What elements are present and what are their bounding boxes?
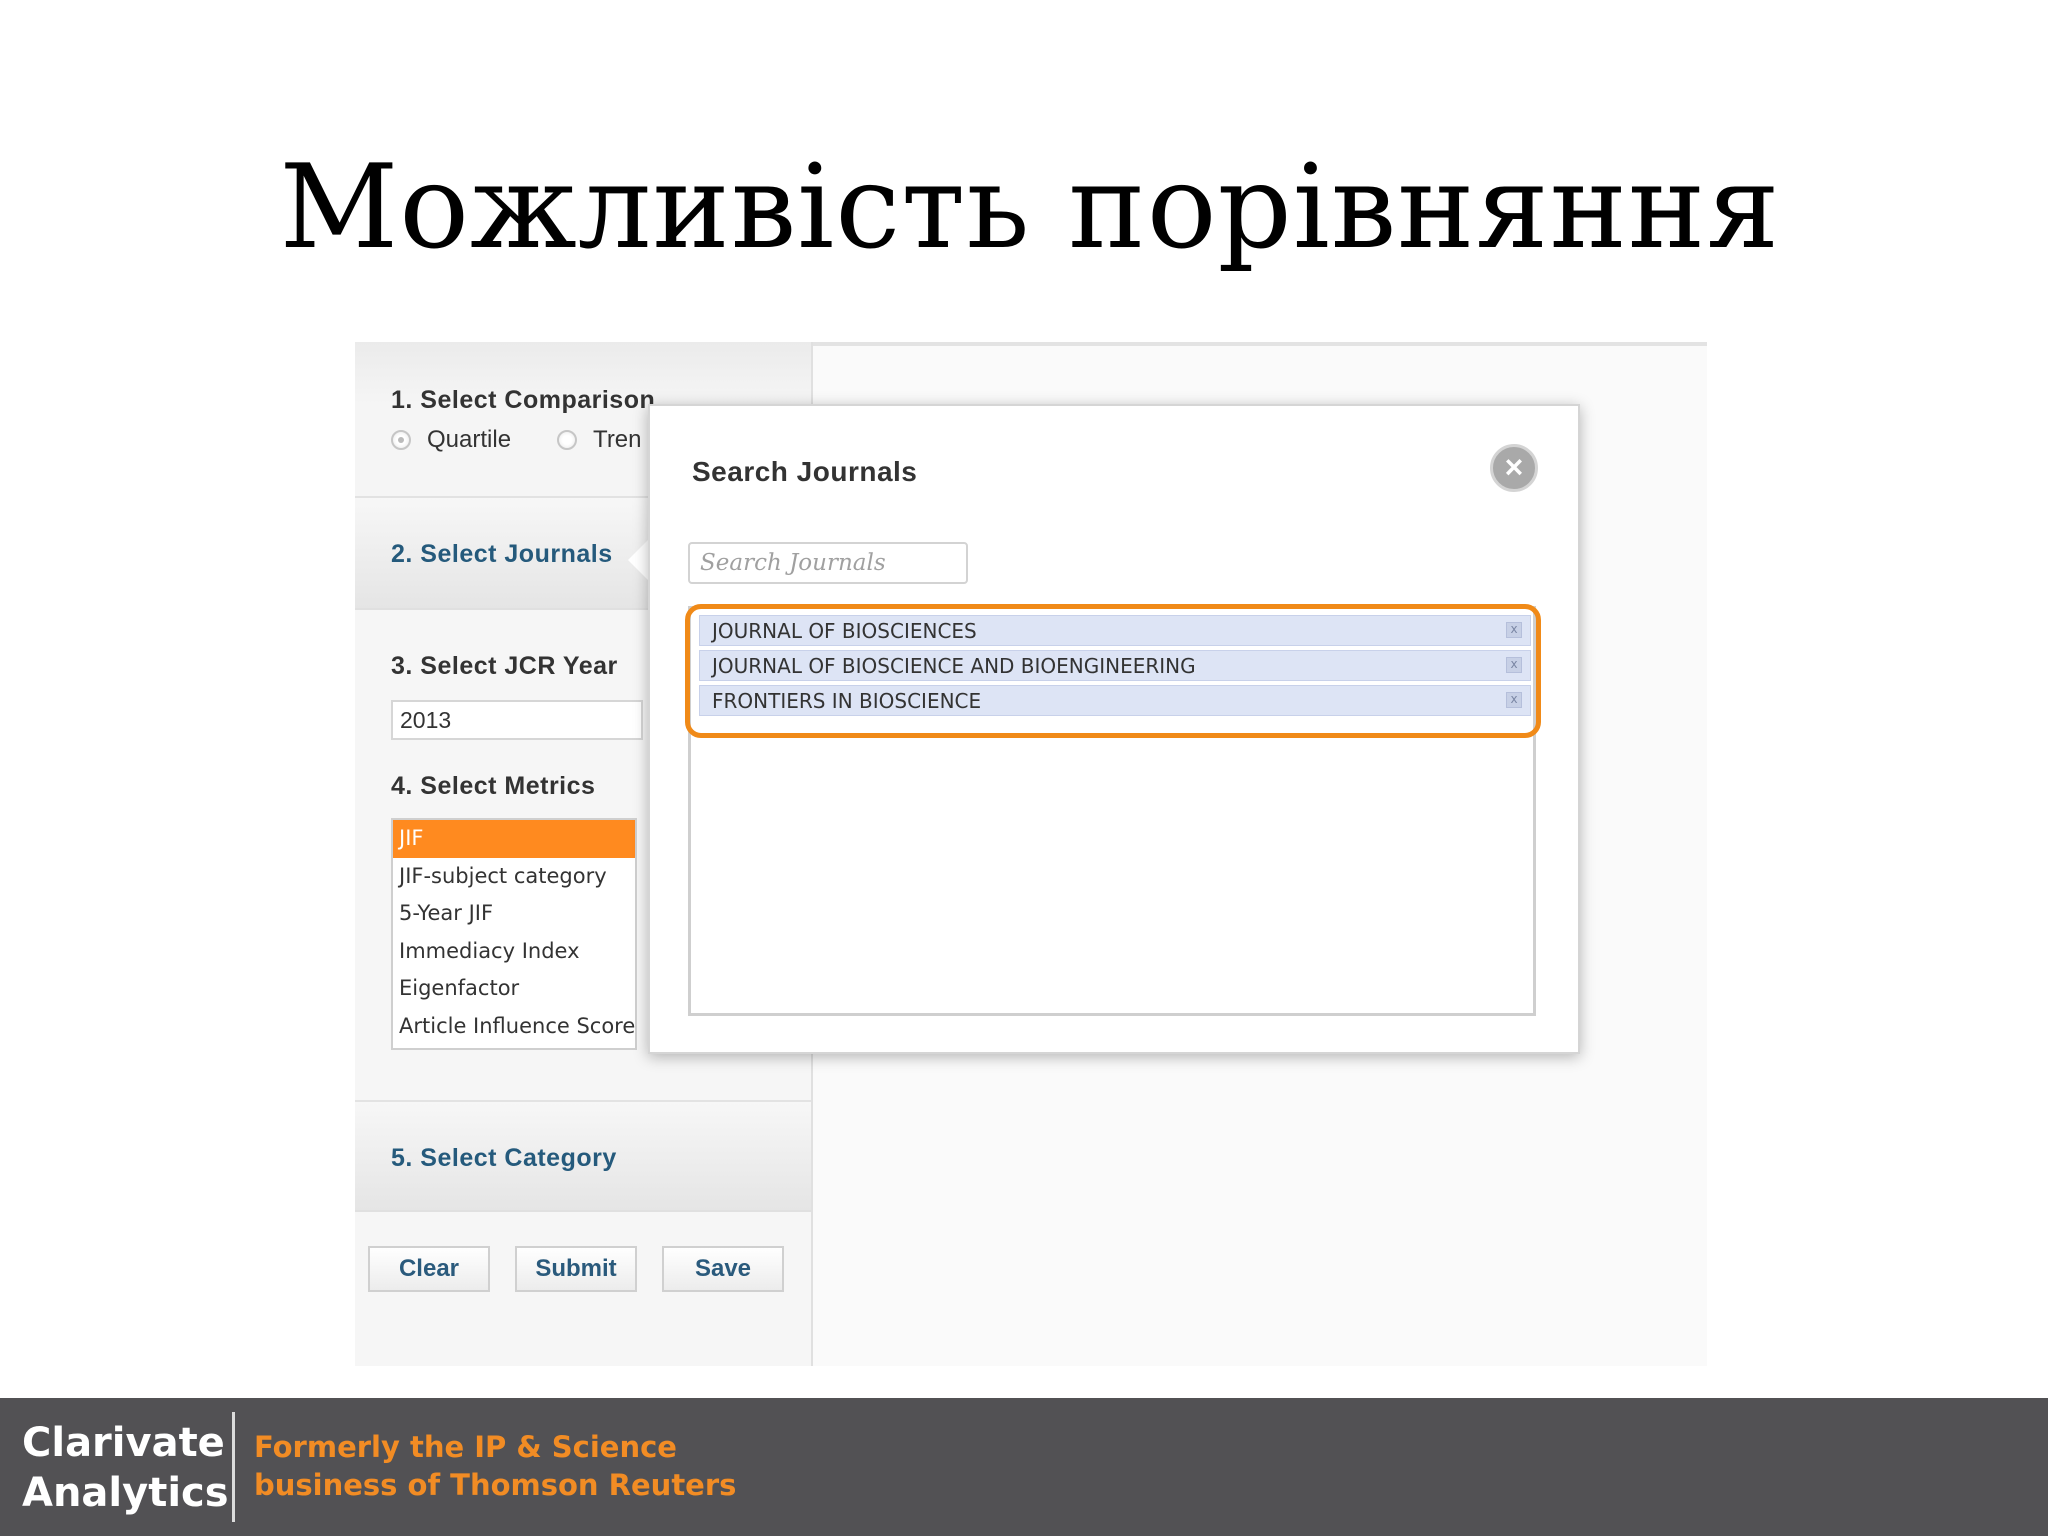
radio-quartile-label[interactable]: Quartile [427, 426, 511, 454]
formerly-text: Formerly the IP & Science business of Th… [254, 1428, 736, 1504]
selection-highlight [685, 604, 1541, 738]
brand-divider [232, 1412, 235, 1522]
section-select-category[interactable]: 5. Select Category [355, 1100, 811, 1212]
section-heading-category[interactable]: 5. Select Category [391, 1144, 617, 1173]
metric-option[interactable]: Immediacy Index [393, 933, 635, 971]
metrics-listbox[interactable]: JIF JIF-subject category 5-Year JIF Imme… [391, 818, 637, 1050]
close-icon[interactable]: × [1490, 444, 1538, 492]
jcr-year-select[interactable]: 2013 [391, 700, 643, 740]
brand-logo: Clarivate Analytics [22, 1418, 229, 1518]
brand-line-1: Clarivate [22, 1420, 225, 1466]
save-button[interactable]: Save [662, 1246, 784, 1292]
submit-button[interactable]: Submit [515, 1246, 637, 1292]
radio-trend-label[interactable]: Tren [593, 426, 641, 454]
formerly-line-1: Formerly the IP & Science [254, 1430, 677, 1464]
slide-title: Можливість порівняння [279, 140, 1781, 275]
metric-option[interactable]: Eigenfactor [393, 970, 635, 1008]
section-heading-jcr-year: 3. Select JCR Year [391, 652, 618, 680]
metric-option[interactable]: JIF [393, 820, 635, 858]
section-heading-comparison: 1. Select Comparison [391, 386, 656, 414]
section-heading-journals[interactable]: 2. Select Journals [391, 540, 613, 569]
metric-option[interactable]: JIF-subject category [393, 858, 635, 896]
radio-quartile[interactable] [391, 430, 411, 450]
radio-trend[interactable] [557, 430, 578, 450]
metric-option[interactable]: 5-Year JIF [393, 895, 635, 933]
modal-title: Search Journals [692, 456, 918, 487]
metric-option[interactable]: Article Influence Score [393, 1008, 635, 1046]
footer-bar: Clarivate Analytics Formerly the IP & Sc… [0, 1398, 2048, 1536]
comparison-options: Quartile Tren [391, 426, 642, 454]
section-heading-metrics: 4. Select Metrics [391, 772, 596, 800]
search-journals-input[interactable] [688, 542, 968, 584]
modal-pointer [628, 538, 650, 582]
brand-line-2: Analytics [22, 1470, 229, 1516]
formerly-line-2: business of Thomson Reuters [254, 1468, 737, 1502]
clear-button[interactable]: Clear [368, 1246, 490, 1292]
